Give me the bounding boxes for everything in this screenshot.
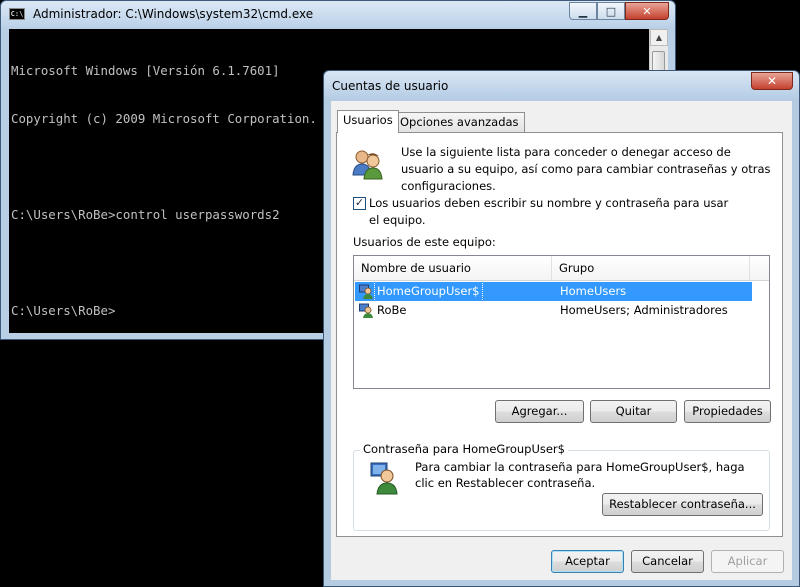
close-button[interactable]: ✕ <box>625 2 669 20</box>
intro-text: Use la siguiente lista para conceder o d… <box>401 145 771 193</box>
tab-usuarios[interactable]: Usuarios <box>337 110 399 133</box>
user-group: HomeUsers; Administradores <box>560 303 728 317</box>
user-accounts-dialog[interactable]: Cuentas de usuario ✕ Usuarios Opciones a… <box>323 70 800 587</box>
maximize-icon: □ <box>605 4 617 18</box>
ok-button[interactable]: Aceptar <box>551 550 624 573</box>
require-password-label[interactable]: Los usuarios deben escribir su nombre y … <box>369 195 729 229</box>
scroll-up-arrow-icon[interactable]: ▲ <box>650 29 668 46</box>
minimize-button[interactable]: ▁ <box>569 2 597 20</box>
minimize-icon: ▁ <box>578 4 588 18</box>
user-icon <box>359 303 373 318</box>
add-user-button[interactable]: Agregar... <box>495 400 584 423</box>
user-row-homegroupuser[interactable]: HomeGroupUser$ HomeUsers <box>355 281 752 302</box>
users-list-label: Usuarios de este equipo: <box>353 235 496 249</box>
reset-password-button[interactable]: Restablecer contraseña... <box>602 493 763 516</box>
remove-user-button[interactable]: Quitar <box>590 400 677 423</box>
column-header-username[interactable]: Nombre de usuario <box>354 256 552 281</box>
users-list[interactable]: Nombre de usuario Grupo HomeGroupUser$ H… <box>353 255 770 389</box>
dialog-titlebar[interactable]: Cuentas de usuario ✕ <box>324 71 799 99</box>
close-icon: ✕ <box>766 74 778 88</box>
cmd-titlebar[interactable]: C:\ Administrador: C:\Windows\system32\c… <box>1 1 675 27</box>
user-icon <box>359 284 373 299</box>
column-header-group[interactable]: Grupo <box>552 256 750 281</box>
user-name: HomeGroupUser$ <box>374 281 483 302</box>
close-icon: ✕ <box>642 4 652 18</box>
user-row-robe[interactable]: RoBe HomeUsers; Administradores <box>355 301 752 320</box>
tab-opciones-avanzadas[interactable]: Opciones avanzadas <box>394 112 525 132</box>
column-header-filler <box>750 256 769 281</box>
password-group-title: Contraseña para HomeGroupUser$ <box>360 442 568 456</box>
cmd-app-icon: C:\ <box>9 8 25 20</box>
maximize-button[interactable]: □ <box>597 2 625 20</box>
apply-button[interactable]: Aplicar <box>711 550 784 573</box>
users-icon <box>352 150 383 180</box>
user-group: HomeUsers <box>560 284 627 298</box>
cmd-window-controls: ▁ □ ✕ <box>569 2 669 20</box>
user-name: RoBe <box>377 303 407 317</box>
require-password-checkbox[interactable]: ✓ <box>353 197 366 210</box>
dialog-title: Cuentas de usuario <box>332 79 449 93</box>
cancel-button[interactable]: Cancelar <box>631 550 704 573</box>
properties-button[interactable]: Propiedades <box>684 400 771 423</box>
password-help-text: Para cambiar la contraseña para HomeGrou… <box>415 460 745 490</box>
dialog-body: Usuarios Opciones avanzadas Use la sigui… <box>331 101 792 580</box>
user-password-icon <box>370 462 398 495</box>
cmd-window-title: Administrador: C:\Windows\system32\cmd.e… <box>33 7 314 21</box>
dialog-close-button[interactable]: ✕ <box>751 72 793 90</box>
